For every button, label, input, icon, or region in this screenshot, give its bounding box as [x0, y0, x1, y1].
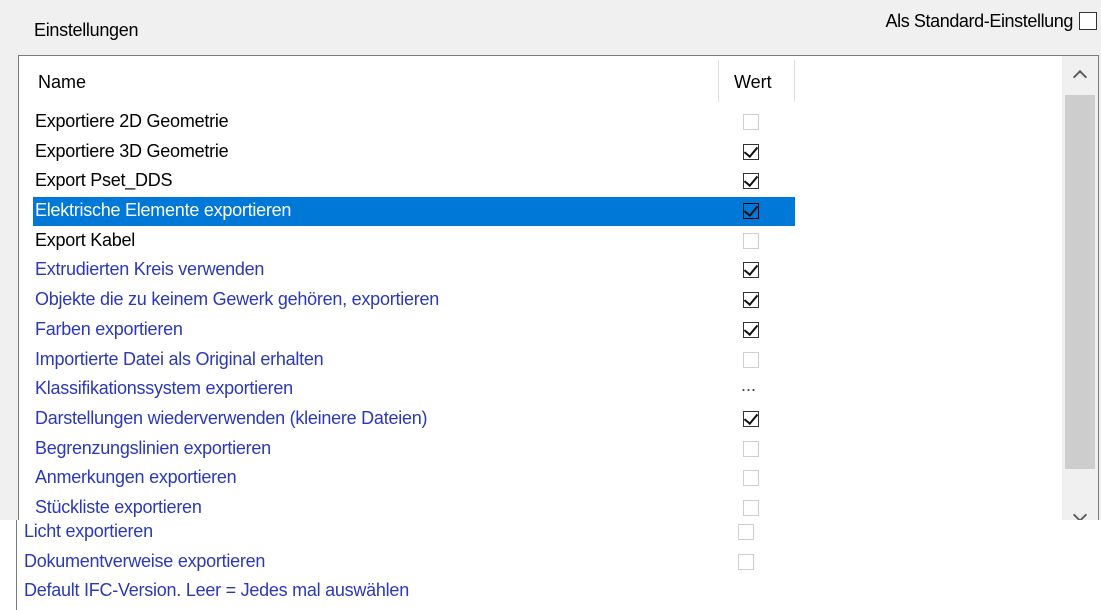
row-label: Objekte die zu keinem Gewerk gehören, ex… — [35, 289, 439, 310]
table-row[interactable]: Export Kabel — [19, 227, 1059, 257]
row-label: Dokumentverweise exportieren — [24, 550, 266, 571]
row-label: Begrenzungslinien exportieren — [35, 437, 271, 458]
table-row[interactable]: Objekte die zu keinem Gewerk gehören, ex… — [19, 286, 1059, 316]
row-label: Export Kabel — [35, 229, 136, 250]
settings-list[interactable]: Name Wert Exportiere 2D Geometrie Exporti… — [18, 55, 1099, 523]
settings-list-frame: Name Wert Exportiere 2D Geometrie Exporti… — [0, 46, 1101, 523]
row-label: Klassifikationssystem exportieren — [35, 378, 293, 399]
settings-rows-continued: Licht exportieren Dokumentverweise export… — [0, 520, 1101, 610]
value-checkbox[interactable] — [743, 410, 759, 427]
value-checkbox[interactable] — [738, 553, 754, 570]
table-row[interactable]: Anmerkungen exportieren — [19, 464, 1059, 494]
row-label: Default IFC-Version. Leer = Jedes mal au… — [24, 580, 409, 601]
chevron-down-icon[interactable] — [1062, 500, 1098, 522]
table-row[interactable]: Default IFC-Version. Leer = Jedes mal au… — [8, 577, 1048, 607]
value-checkbox[interactable] — [743, 262, 759, 279]
value-checkbox[interactable] — [743, 292, 759, 309]
row-label: Licht exportieren — [24, 521, 153, 541]
settings-panel: Einstellungen Als Standard-Einstellung N… — [0, 0, 1101, 610]
column-divider[interactable] — [794, 60, 795, 102]
standard-setting-option[interactable]: Als Standard-Einstellung — [885, 9, 1097, 33]
table-row[interactable]: Export Pset_DDS — [19, 167, 1059, 197]
table-row[interactable]: Exportiere 3D Geometrie — [19, 138, 1059, 168]
settings-title: Einstellungen — [34, 20, 139, 40]
standard-setting-label[interactable]: Als Standard-Einstellung — [885, 11, 1073, 32]
table-row[interactable]: Dokumentverweise exportieren — [8, 548, 1048, 578]
row-label: Exportiere 2D Geometrie — [35, 111, 229, 131]
table-row[interactable]: Licht exportieren — [8, 518, 1048, 548]
value-browse-button[interactable]: ... — [741, 375, 756, 396]
row-label: Importierte Datei als Original erhalten — [35, 348, 324, 369]
row-label: Stückliste exportieren — [35, 496, 202, 517]
value-checkbox[interactable] — [743, 173, 759, 190]
settings-rows: Exportiere 2D Geometrie Exportiere 3D Geo… — [19, 108, 1059, 522]
row-label: Extrudierten Kreis verwenden — [35, 259, 265, 280]
value-checkbox[interactable] — [743, 351, 759, 368]
row-label: Exportiere 3D Geometrie — [35, 140, 229, 161]
table-row[interactable]: Klassifikationssystem exportieren... — [19, 375, 1059, 405]
table-row[interactable]: Exportiere 2D Geometrie — [19, 108, 1059, 138]
row-label: Export Pset_DDS — [35, 170, 173, 191]
value-checkbox[interactable] — [743, 470, 759, 487]
row-label: Farben exportieren — [35, 318, 183, 339]
value-checkbox[interactable] — [743, 499, 759, 516]
column-header-value[interactable]: Wert — [734, 72, 772, 93]
column-header-name[interactable]: Name — [38, 72, 86, 93]
table-row[interactable]: Extrudierten Kreis verwenden — [19, 256, 1059, 286]
value-checkbox[interactable] — [743, 232, 759, 249]
table-row[interactable]: Darstellungen wiederverwenden (kleinere … — [19, 405, 1059, 435]
scrollbar-thumb[interactable] — [1065, 95, 1095, 469]
value-checkbox[interactable] — [743, 440, 759, 457]
row-label: Anmerkungen exportieren — [35, 467, 237, 488]
standard-setting-checkbox[interactable] — [1079, 12, 1097, 30]
vertical-scrollbar[interactable] — [1062, 56, 1098, 522]
list-header: Name Wert — [19, 56, 1059, 102]
table-row[interactable]: Importierte Datei als Original erhalten — [19, 346, 1059, 376]
value-checkbox[interactable] — [743, 203, 759, 220]
value-checkbox[interactable] — [738, 524, 754, 540]
value-checkbox[interactable] — [743, 321, 759, 338]
table-row[interactable]: Farben exportieren — [19, 316, 1059, 346]
settings-header: Einstellungen Als Standard-Einstellung — [0, 0, 1101, 46]
row-label: Darstellungen wiederverwenden (kleinere … — [35, 407, 428, 428]
chevron-up-icon[interactable] — [1062, 56, 1098, 92]
value-checkbox[interactable] — [743, 143, 759, 160]
row-label: Elektrische Elemente exportieren — [35, 200, 292, 221]
column-divider[interactable] — [718, 60, 719, 102]
table-row[interactable]: Begrenzungslinien exportieren — [19, 435, 1059, 465]
value-checkbox[interactable] — [743, 114, 759, 130]
table-row[interactable]: Elektrische Elemente exportieren — [19, 197, 1059, 227]
